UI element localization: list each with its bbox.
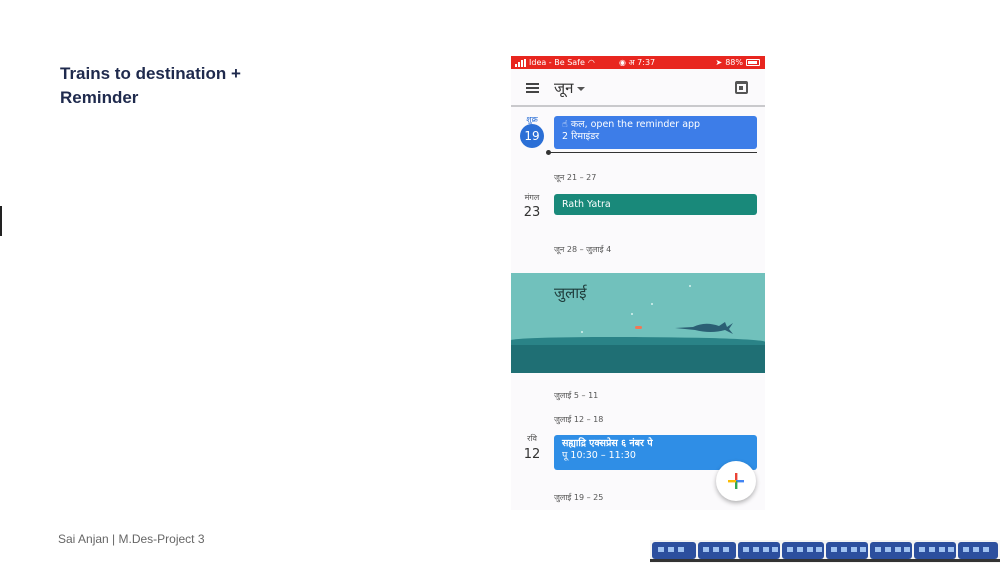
create-event-button[interactable] [716,461,756,501]
week-range-label: जुलाई 12 – 18 [554,415,604,424]
bubble [631,313,633,315]
presentation-slide: Trains to destination + Reminder Idea - … [0,0,1000,563]
slide-edge-mark [0,206,2,236]
battery-percent: 88% [725,58,743,67]
slide-title-line2: Reminder [60,88,139,107]
small-fish-icon [635,326,642,329]
location-icon: ➤ [715,58,723,67]
calendar-app-bar: जून [511,69,765,107]
menu-icon[interactable] [526,83,539,93]
bubble [689,285,691,287]
month-selector[interactable]: जून [554,78,586,98]
plus-icon [728,473,744,489]
hand-icon: ☝ [562,119,568,130]
carrier-name: Idea - Be Safe [529,58,585,67]
day2-date[interactable]: 23 [512,205,552,220]
month-label: जून [554,79,574,97]
marlin-fish-icon [675,322,733,334]
day1-date-badge[interactable]: 19 [520,124,544,148]
banner-month-title: जुलाई [554,284,587,302]
train-event-time: पू 10:30 – 11:30 [562,450,636,461]
slide-footer: Sai Anjan | M.Des-Project 3 [58,532,205,546]
reminder-event-title: ☝ कल, open the reminder app [562,119,701,130]
current-time-line [549,152,757,153]
day3-date[interactable]: 12 [512,447,552,462]
sea-floor [511,337,765,373]
day2-weekday: मंगल [524,193,540,202]
slide-title-line1: Trains to destination + [60,64,241,83]
bubble [581,331,583,333]
status-time: अ 7:37 [628,58,656,67]
alarm-icon: ◉ [619,58,626,67]
wifi-icon: ◠ [587,58,595,67]
status-bar: Idea - Be Safe ◠ ◉ अ 7:37 ➤ 88% [511,56,765,69]
slide-title: Trains to destination + Reminder [60,62,380,110]
reminder-event[interactable]: ☝ कल, open the reminder app 2 रिमाइंडर [554,116,757,149]
week-range-label: जून 28 – जुलाई 4 [554,245,612,254]
dropdown-caret-icon [577,86,586,91]
bubble [651,303,653,305]
week-range-label: जुलाई 5 – 11 [554,391,599,400]
month-banner: जुलाई [511,273,765,373]
week-range-label: जुलाई 19 – 25 [554,493,604,502]
week-range-label: जून 21 – 27 [554,173,597,182]
day3-weekday: रवि [527,434,537,443]
phone-screenshot: Idea - Be Safe ◠ ◉ अ 7:37 ➤ 88% जून शुक्… [511,56,765,510]
signal-icon [515,58,526,67]
train-event-title: सह्याद्रि एक्सप्रेस ६ नंबर पे [562,438,653,449]
rath-yatra-event[interactable]: Rath Yatra [554,194,757,215]
reminder-event-count: 2 रिमाइंडर [562,131,600,142]
train-illustration [650,540,1000,563]
battery-icon [746,59,760,66]
calendar-icon[interactable] [735,81,748,94]
